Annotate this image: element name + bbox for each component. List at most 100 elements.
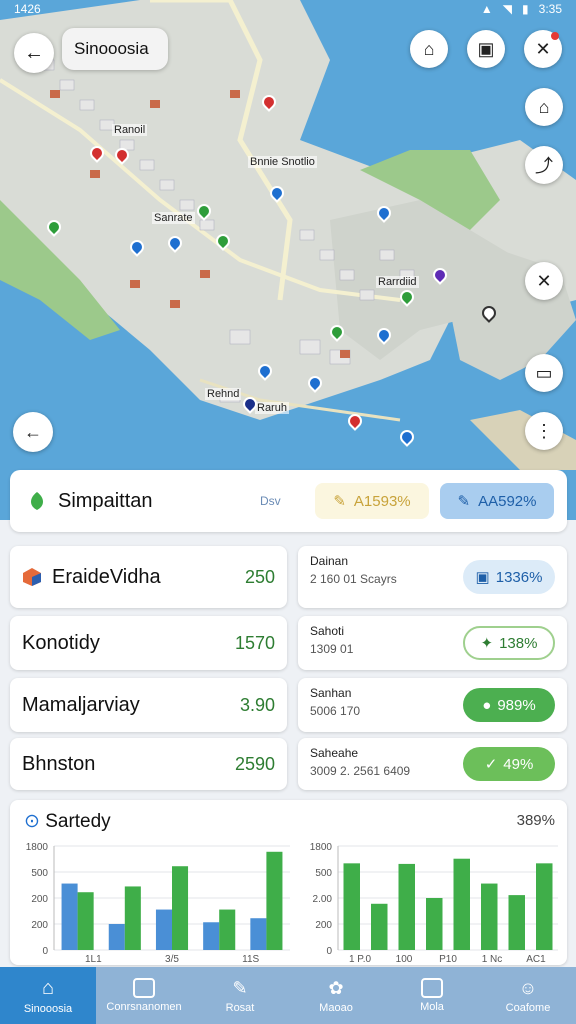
y-tick-label: 200 xyxy=(315,920,332,931)
y-tick-label: 500 xyxy=(31,868,48,879)
row-name: Konotidy xyxy=(22,631,100,654)
stat-chip-1[interactable]: ✎ A1593% xyxy=(315,483,429,519)
row-value: 250 xyxy=(244,566,275,587)
y-tick-label: 0 xyxy=(42,946,48,957)
map-label: Raruh xyxy=(255,402,289,414)
more-button[interactable]: ⋮ xyxy=(525,412,563,450)
search-box[interactable]: Sinooosia xyxy=(62,28,168,70)
close-map-button[interactable]: ✕ xyxy=(525,262,563,300)
stat-chip-2[interactable]: ✎ AA592% xyxy=(440,483,554,519)
y-tick-label: 200 xyxy=(31,920,48,931)
nav-item-profile[interactable]: ☺ Coafome xyxy=(480,967,576,1024)
leaf-icon xyxy=(31,492,43,510)
map-label: Rarrdiid xyxy=(376,276,419,288)
status-time-right: 3:35 xyxy=(538,2,562,16)
stat-badge[interactable]: ✓ 49% xyxy=(463,747,555,781)
search-text: Sinooosia xyxy=(74,39,149,58)
nav-item-book[interactable]: Mola xyxy=(384,967,480,1024)
chart-bar xyxy=(250,918,267,950)
notifications-button[interactable]: ✕ xyxy=(524,30,562,68)
stat-row[interactable]: Sanhan 5006 170 ● 989% xyxy=(298,678,567,732)
y-tick-label: 2.00 xyxy=(313,894,333,905)
sparkle-icon: ✦ xyxy=(480,635,494,652)
map-label: Ranoil xyxy=(112,124,148,136)
list-row[interactable]: Mamaljarviay 3.90 xyxy=(10,678,287,732)
bottom-nav: ⌂ Sinooosia Conrsnanomen ✎ Rosat ✿ Maoao… xyxy=(0,967,576,1024)
x-tick-label: P10 xyxy=(439,954,457,965)
chart-card: ⊙ Sartedy 389% 1800 500 200 200 0 1L1 3/5 11S 18… xyxy=(10,800,567,965)
chart-bar xyxy=(481,883,498,950)
chart-bar xyxy=(219,909,236,950)
list-row[interactable]: EraideVidha 250 xyxy=(10,546,287,608)
chart-bar xyxy=(426,898,443,950)
stat-row[interactable]: Dainan 2 160 01 Scayrs ▣ 1336% xyxy=(298,546,567,608)
route-button[interactable]: ⤴ xyxy=(525,146,563,184)
nav-item-map[interactable]: ✿ Maoao xyxy=(288,967,384,1024)
layers-button[interactable]: ▣ xyxy=(467,30,505,68)
leaf-icon: ● xyxy=(482,696,492,714)
chart-bar xyxy=(508,895,525,950)
nav-label: Sinooosia xyxy=(23,1002,73,1015)
x-tick-label: 11S xyxy=(242,954,259,965)
row-name: EraideVidha xyxy=(52,565,161,588)
profile-icon: ☺ xyxy=(518,977,538,998)
check-icon: ✓ xyxy=(484,756,498,773)
x-tick-label: 1 P.0 xyxy=(349,954,371,965)
close-icon: ✕ xyxy=(536,270,552,291)
row-value: 1570 xyxy=(234,632,275,653)
location-card[interactable]: Simpaittan Dsv ✎ A1593% ✎ AA592% xyxy=(10,470,567,532)
layers-icon: ▣ xyxy=(477,38,495,59)
chart-bar xyxy=(398,863,415,950)
y-tick-label: 1800 xyxy=(310,842,333,853)
map-label: Bnnie Snotlio xyxy=(248,156,317,168)
chart-bar xyxy=(371,903,388,950)
list-row[interactable]: Bhnston 2590 xyxy=(10,738,287,790)
navigation-button[interactable]: ⌂ xyxy=(410,30,448,68)
row-name: Bhnston xyxy=(22,752,96,775)
home-icon: ⌂ xyxy=(538,96,550,117)
arrow-left-icon: ← xyxy=(24,421,42,442)
stat-badge[interactable]: ▣ 1336% xyxy=(463,560,555,594)
x-tick-label: 100 xyxy=(396,954,413,965)
collapse-button[interactable]: ← xyxy=(13,412,53,452)
dropdown-toggle[interactable]: Dsv xyxy=(260,494,281,508)
stat-badge[interactable]: ✦ 138% xyxy=(463,626,555,660)
status-bar: 1426 ▲ ◥ ▮ 3:35 xyxy=(0,0,576,18)
edit-icon: ✎ xyxy=(232,977,248,998)
map-icon: ✿ xyxy=(328,977,344,998)
back-button[interactable]: ← xyxy=(14,33,54,73)
location-title: Simpaittan xyxy=(58,489,153,512)
stat-row[interactable]: Saheahe 3009 2. 2561 6409 ✓ 49% xyxy=(298,738,567,790)
x-tick-label: 1L1 xyxy=(85,954,102,965)
row-name: Mamaljarviay xyxy=(22,693,140,716)
bookmark-button[interactable]: ▭ xyxy=(525,354,563,392)
nav-item-edit[interactable]: ✎ Rosat xyxy=(192,967,288,1024)
stat-badge-value: 138% xyxy=(499,634,538,652)
chart-icon: ▣ xyxy=(475,569,490,586)
stat-badge[interactable]: ● 989% xyxy=(463,688,555,722)
stat-row[interactable]: Sahoti 1309 01 ✦ 138% xyxy=(298,616,567,670)
cube-icon xyxy=(23,568,41,586)
nav-item-home[interactable]: ⌂ Sinooosia xyxy=(0,967,96,1024)
wifi-icon: ◥ xyxy=(502,2,513,16)
nav-label: Rosat xyxy=(225,1001,255,1014)
bookmark-icon: ▭ xyxy=(535,362,553,383)
pen-icon: ✎ xyxy=(457,493,471,510)
home-button[interactable]: ⌂ xyxy=(525,88,563,126)
chart-bar xyxy=(343,863,360,950)
navigation-icon: ⌂ xyxy=(423,38,435,59)
map-base xyxy=(0,0,576,520)
y-tick-label: 0 xyxy=(326,946,332,957)
y-tick-label: 1800 xyxy=(26,842,49,853)
edit-icon: ✎ xyxy=(333,493,346,510)
row-value: 2590 xyxy=(234,753,275,774)
y-tick-label: 200 xyxy=(31,894,48,905)
nav-item-list[interactable]: Conrsnanomen xyxy=(96,967,192,1024)
chart-bar xyxy=(155,909,172,950)
nav-label: Maoao xyxy=(319,1001,353,1014)
nav-label: Mola xyxy=(420,1001,444,1013)
list-row[interactable]: Konotidy 1570 xyxy=(10,616,287,670)
y-tick-label: 500 xyxy=(315,868,332,879)
map-view[interactable]: 1426 ▲ ◥ ▮ 3:35 ← Sinooosia ⌂ ▣ ✕ ⌂ ⤴ ✕ … xyxy=(0,0,576,520)
book-icon xyxy=(421,978,443,998)
